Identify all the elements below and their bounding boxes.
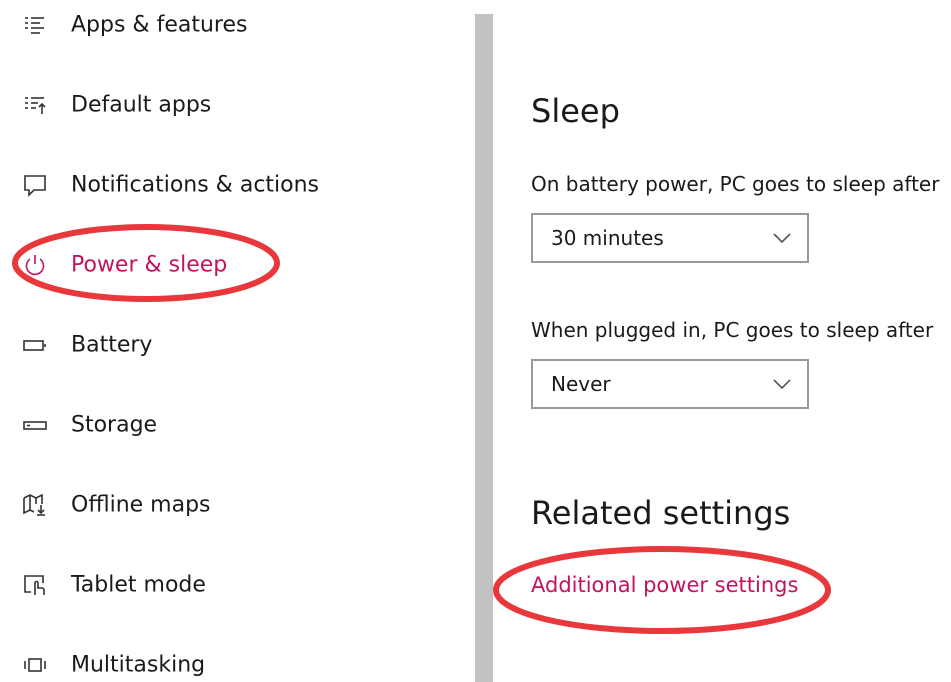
notifications-icon — [22, 172, 48, 198]
plugged-sleep-label: When plugged in, PC goes to sleep after — [531, 318, 934, 342]
plugged-sleep-dropdown[interactable]: Never — [531, 359, 809, 409]
sidebar-item-storage[interactable]: Storage — [0, 395, 460, 455]
tablet-mode-icon — [22, 572, 48, 598]
sidebar-item-apps-features[interactable]: Apps & features — [0, 0, 460, 55]
sidebar-item-multitasking[interactable]: Multitasking — [0, 635, 460, 682]
pane-divider — [475, 14, 493, 682]
battery-icon — [22, 332, 48, 358]
sidebar-item-label: Power & sleep — [71, 252, 228, 278]
offline-maps-icon — [22, 492, 48, 518]
multitasking-icon — [22, 652, 48, 678]
sidebar-item-label: Battery — [71, 332, 153, 358]
power-sleep-content: Sleep On battery power, PC goes to sleep… — [531, 0, 951, 682]
sidebar-item-notifications[interactable]: Notifications & actions — [0, 155, 460, 215]
sidebar-item-offline-maps[interactable]: Offline maps — [0, 475, 460, 535]
power-icon — [22, 252, 48, 278]
sidebar-item-battery[interactable]: Battery — [0, 315, 460, 375]
sidebar-item-tablet-mode[interactable]: Tablet mode — [0, 555, 460, 615]
battery-sleep-label: On battery power, PC goes to sleep after — [531, 172, 940, 196]
sidebar: Apps & features Default apps Notificatio… — [0, 0, 475, 682]
sidebar-item-label: Tablet mode — [71, 572, 206, 598]
settings-page: Apps & features Default apps Notificatio… — [0, 0, 951, 682]
sidebar-item-label: Multitasking — [71, 652, 206, 678]
sidebar-item-default-apps[interactable]: Default apps — [0, 75, 460, 135]
default-apps-icon — [22, 92, 48, 118]
chevron-down-icon — [773, 378, 791, 390]
related-settings-title: Related settings — [531, 494, 791, 532]
sidebar-item-label: Notifications & actions — [71, 172, 320, 198]
sidebar-item-label: Default apps — [71, 92, 212, 118]
apps-features-icon — [22, 12, 48, 38]
sidebar-item-label: Storage — [71, 412, 158, 438]
plugged-sleep-value: Never — [551, 372, 611, 396]
sidebar-item-label: Offline maps — [71, 492, 211, 518]
additional-power-settings-link[interactable]: Additional power settings — [531, 573, 798, 597]
sleep-title: Sleep — [531, 92, 620, 130]
sidebar-item-power-sleep[interactable]: Power & sleep — [0, 235, 460, 295]
storage-icon — [22, 412, 48, 438]
battery-sleep-value: 30 minutes — [551, 226, 664, 250]
chevron-down-icon — [773, 232, 791, 244]
sidebar-item-label: Apps & features — [71, 12, 248, 38]
battery-sleep-dropdown[interactable]: 30 minutes — [531, 213, 809, 263]
